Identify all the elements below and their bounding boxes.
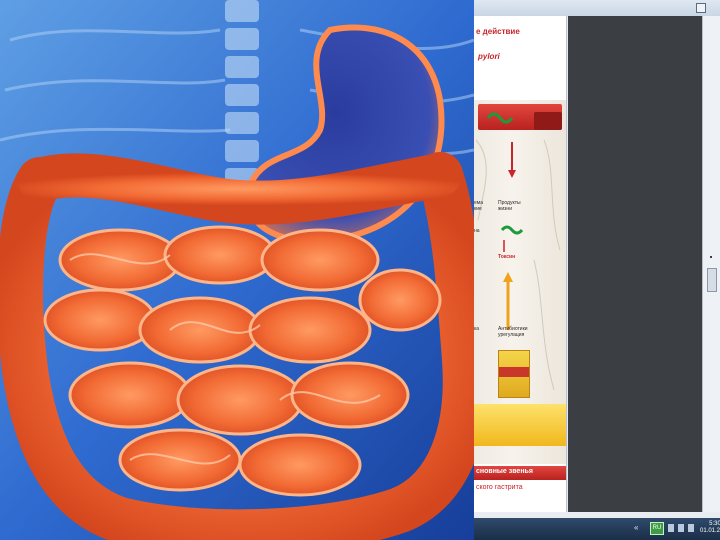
pathogenesis-diagram: ема кие Продукты жизни на Токсин ка Анти… xyxy=(474,100,566,464)
bacteria-icon xyxy=(500,225,524,235)
battery-icon[interactable] xyxy=(688,524,694,532)
diagram-label: Токсин xyxy=(498,254,516,260)
diagram-label: ка xyxy=(474,326,480,332)
taskbar: « RU 5:30 01.01.2012 xyxy=(474,518,720,540)
document-page: е действие pylori ема кие Продукты жизни… xyxy=(474,16,566,512)
window-title-bar xyxy=(474,0,720,17)
spine xyxy=(225,0,259,190)
intestines-illustration xyxy=(0,0,474,540)
red-arrow-head xyxy=(508,170,516,178)
orange-arrow-head xyxy=(503,272,513,282)
page-subtitle: pylori xyxy=(478,52,500,61)
product-box-image xyxy=(498,350,530,398)
empty-workspace xyxy=(568,16,702,512)
page-title: е действие xyxy=(476,27,520,36)
vertical-scrollbar[interactable] xyxy=(702,16,720,512)
diagram-label: Антибиотики урегулация xyxy=(498,326,528,338)
scrollbar-thumb[interactable] xyxy=(707,268,717,292)
tray-expand-icon[interactable]: « xyxy=(634,523,638,532)
bacteria-icon xyxy=(486,112,514,124)
document-viewer-window: е действие pylori ема кие Продукты жизни… xyxy=(474,0,720,540)
diagram-label: Продукты жизни xyxy=(498,200,521,212)
diagram-label: ема кие xyxy=(474,200,483,212)
system-clock[interactable]: 5:30 01.01.2012 xyxy=(700,521,720,535)
window-square-icon[interactable] xyxy=(696,3,706,13)
network-icon[interactable] xyxy=(668,524,674,532)
bottom-banner-text: сновные звенья xyxy=(476,468,533,475)
anatomy-illustration xyxy=(0,0,474,540)
volume-icon[interactable] xyxy=(678,524,684,532)
yellow-panel xyxy=(474,404,566,446)
diagram-label: на xyxy=(474,228,480,234)
bottom-banner: сновные звенья xyxy=(474,466,566,480)
language-indicator[interactable]: RU xyxy=(650,522,664,535)
scroll-tick-mark xyxy=(710,256,712,258)
bottom-subtitle: ского гастрита xyxy=(476,484,523,491)
